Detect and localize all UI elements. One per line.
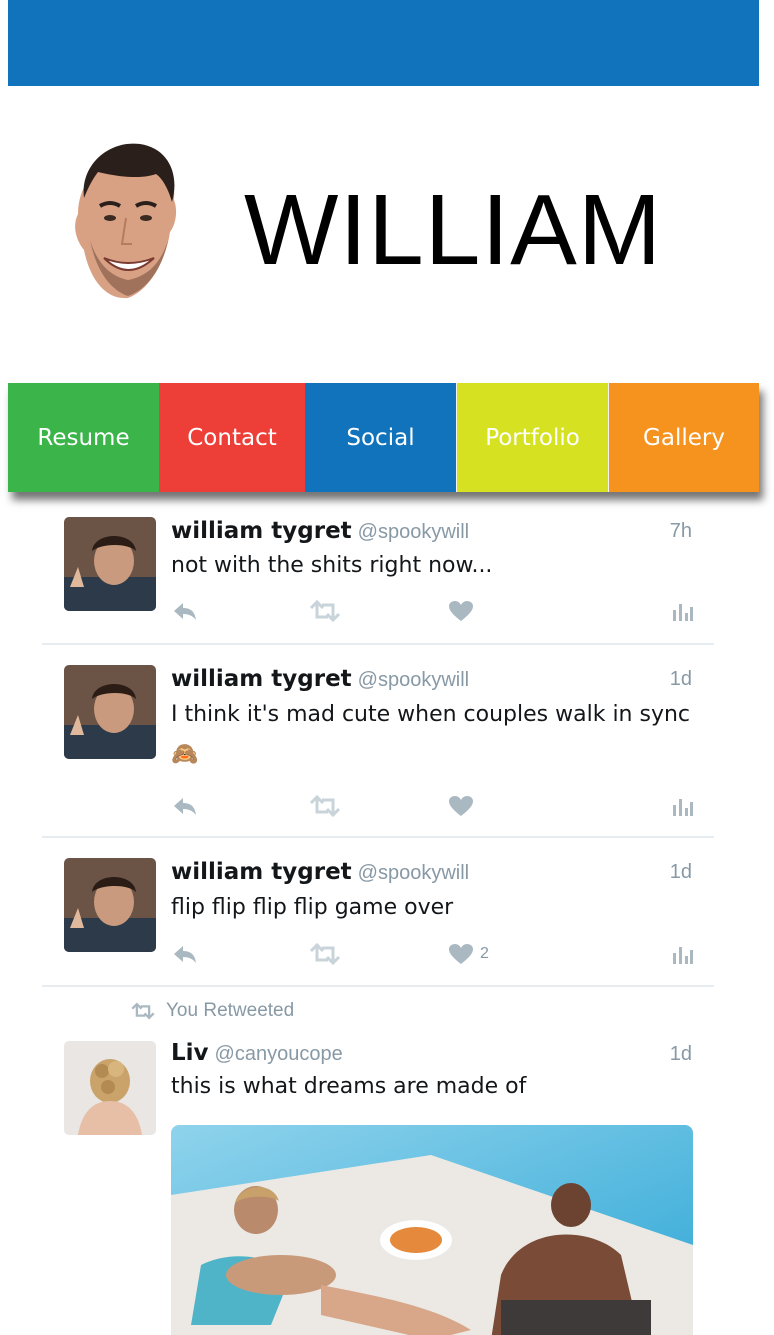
analytics-icon xyxy=(673,947,693,964)
tweet-handle[interactable]: @spookywill xyxy=(358,669,469,691)
reply-button[interactable] xyxy=(171,941,199,967)
reply-icon xyxy=(174,946,196,963)
user-avatar[interactable] xyxy=(64,858,156,952)
profile-name: WILLIAM xyxy=(244,174,663,286)
retweet-context-label: You Retweeted xyxy=(166,1000,295,1021)
user-avatar[interactable] xyxy=(64,1041,156,1135)
nav-portfolio[interactable]: Portfolio xyxy=(456,383,608,492)
tweet-author[interactable]: william tygret xyxy=(171,518,352,544)
tweet-handle[interactable]: @spookywill xyxy=(358,862,469,884)
retweet-icon xyxy=(309,795,341,817)
tweet-time[interactable]: 1d xyxy=(670,861,692,884)
analytics-icon xyxy=(673,799,693,816)
retweet-icon xyxy=(131,1002,155,1020)
nav-contact[interactable]: Contact xyxy=(159,383,305,492)
nav-gallery[interactable]: Gallery xyxy=(608,383,759,492)
retweet-icon xyxy=(309,943,341,965)
heart-icon xyxy=(449,796,473,816)
retweet-button[interactable] xyxy=(308,941,342,967)
tweet-handle[interactable]: @canyoucope xyxy=(215,1043,343,1065)
tweet-time[interactable]: 1d xyxy=(670,1043,692,1066)
nav-resume[interactable]: Resume xyxy=(8,383,159,492)
analytics-icon xyxy=(673,604,693,621)
like-button[interactable]: 2 xyxy=(448,941,489,967)
tweet[interactable]: william tygret @spookywill 1d flip flip f… xyxy=(42,838,714,987)
tweet-text: not with the shits right now... xyxy=(171,553,493,578)
retweet-context: You Retweeted xyxy=(130,1000,294,1022)
like-button[interactable] xyxy=(448,793,474,819)
tweet-actions xyxy=(171,598,695,624)
tweet-text: I think it's mad cute when couples walk … xyxy=(171,702,691,767)
tweet-header: william tygret @spookywill xyxy=(171,517,469,544)
tweet-header: Liv @canyoucope xyxy=(171,1039,343,1066)
main-nav: Resume Contact Social Portfolio Gallery xyxy=(8,383,759,492)
reply-icon xyxy=(174,603,196,620)
tweet-text: this is what dreams are made of xyxy=(171,1074,527,1099)
analytics-button[interactable] xyxy=(671,793,693,819)
tweet-photo[interactable] xyxy=(171,1125,693,1335)
retweet-button[interactable] xyxy=(308,598,342,624)
tweet-handle[interactable]: @spookywill xyxy=(358,521,469,543)
retweet-icon xyxy=(309,600,341,622)
like-button[interactable] xyxy=(448,598,474,624)
tweet-time[interactable]: 7h xyxy=(670,520,692,543)
heart-icon xyxy=(449,601,473,621)
tweet-author[interactable]: william tygret xyxy=(171,859,352,885)
heart-icon xyxy=(449,944,473,964)
reply-icon xyxy=(174,798,196,815)
reply-button[interactable] xyxy=(171,793,199,819)
user-avatar[interactable] xyxy=(64,517,156,611)
tweet-author[interactable]: william tygret xyxy=(171,666,352,692)
like-count: 2 xyxy=(480,945,489,962)
profile-photo xyxy=(70,140,182,302)
top-banner xyxy=(8,0,759,86)
twitter-feed: william tygret @spookywill 7h not with th… xyxy=(42,492,714,1335)
tweet[interactable]: william tygret @spookywill 7h not with th… xyxy=(42,492,714,645)
retweet-button[interactable] xyxy=(308,793,342,819)
tweet-actions xyxy=(171,793,695,819)
user-avatar[interactable] xyxy=(64,665,156,759)
tweet-text: flip flip flip flip game over xyxy=(171,895,454,920)
tweet-time[interactable]: 1d xyxy=(670,668,692,691)
reply-button[interactable] xyxy=(171,598,199,624)
analytics-button[interactable] xyxy=(671,598,693,624)
nav-social[interactable]: Social xyxy=(305,383,456,492)
tweet-header: william tygret @spookywill xyxy=(171,665,469,692)
tweet[interactable]: william tygret @spookywill 1d I think it'… xyxy=(42,645,714,838)
tweet-header: william tygret @spookywill xyxy=(171,858,469,885)
tweet-author[interactable]: Liv xyxy=(171,1040,209,1066)
analytics-button[interactable] xyxy=(671,941,693,967)
tweet-actions: 2 xyxy=(171,941,695,967)
